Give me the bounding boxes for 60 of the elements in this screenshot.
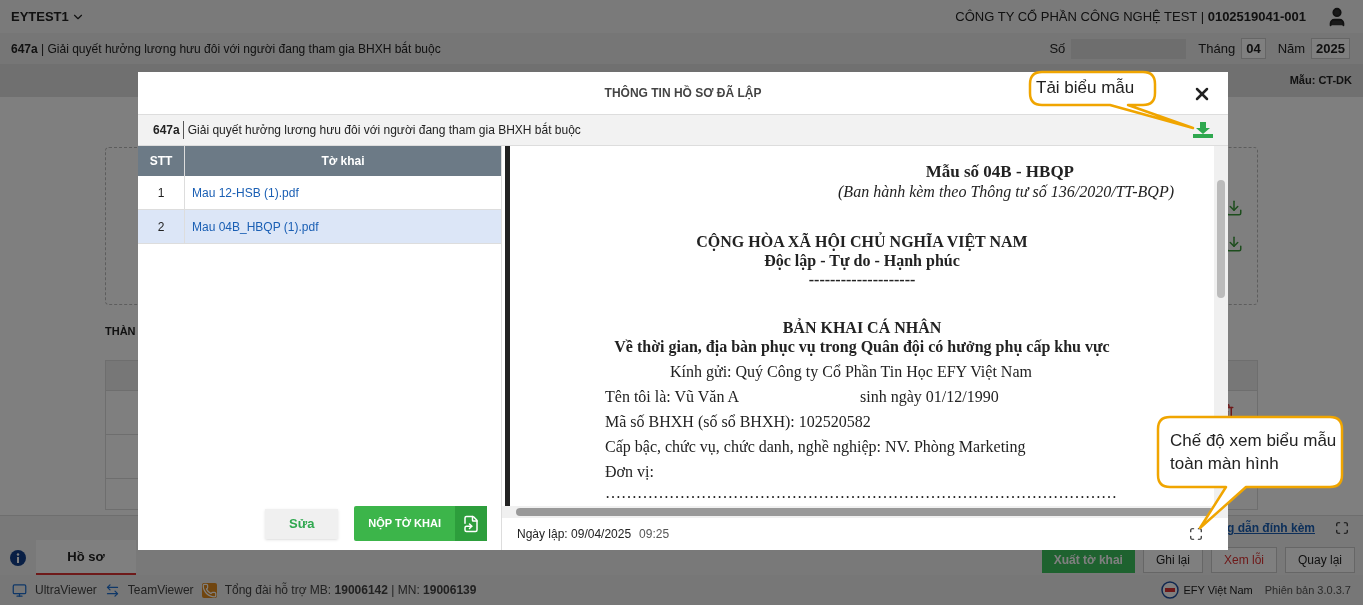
file-link[interactable]: Mau 12-HSB (1).pdf — [185, 176, 299, 209]
download-icon[interactable] — [1225, 235, 1243, 253]
edit-button[interactable]: Sửa — [265, 508, 339, 539]
year-field[interactable]: 2025 — [1311, 37, 1350, 60]
addressee-line: Kính gửi: Quý Công ty Cổ Phần Tin Học EFY Việt Nam — [670, 362, 1032, 381]
motto-line: Độc lập - Tự do - Hạnh phúc — [764, 251, 960, 270]
form-field: Mã số BHXH (số sổ BHXH): 102520582 — [605, 412, 871, 431]
attachment-link[interactable]: g dẫn đính kèm — [1227, 519, 1315, 537]
form-number: Mẫu số 04B - HBQP — [925, 162, 1074, 182]
fullscreen-icon[interactable] — [1189, 527, 1203, 541]
brand-name: EFY Việt Nam — [1183, 582, 1253, 598]
section-heading: THÀN — [105, 324, 135, 339]
nation-heading: CỘNG HÒA XÃ HỘI CHỦ NGHĨA VIỆT NAM — [696, 232, 1028, 251]
created-time: 09:25 — [639, 526, 670, 543]
motto-line: -------------------- — [808, 270, 916, 289]
file-link[interactable]: Mau 04B_HBQP (1).pdf — [185, 210, 319, 243]
action-button[interactable]: Quay lại — [1284, 547, 1355, 573]
dialog-procedure: Giải quyết hưởng lương hưu đôi với người đang tham gia BHXH bắt buộc — [186, 121, 581, 139]
version-text: Phiên bản 3.0.3.7 — [1264, 582, 1351, 598]
monitor-icon[interactable] — [12, 582, 27, 598]
tab[interactable]: Hồ sơ — [36, 540, 136, 575]
tool-label[interactable]: TeamViewer — [127, 581, 194, 599]
dialog-procedure-code: 647a — [153, 121, 184, 139]
callout-text: Tải biểu mẫu — [1036, 78, 1135, 98]
document-title: BẢN KHAI CÁ NHÂN — [782, 318, 942, 337]
issuance-note: (Ban hành kèm theo Thông tư số 136/2020/TT-BQP) — [838, 182, 1174, 202]
form-field: Đơn vị: — [605, 462, 654, 481]
month-field[interactable]: 04 — [1241, 37, 1266, 60]
submit-button[interactable]: NỘP TỜ KHAI — [354, 506, 487, 541]
workspace-dropdown[interactable]: EYTEST1 — [11, 6, 85, 27]
document-subtitle: Về thời gian, địa bàn phục vụ trong Quân đội có hưởng phụ cấp khu vực — [614, 337, 1110, 356]
company-info: CÔNG TY CỔ PHẦN CÔNG NGHỆ TEST | 0102519041-001 — [955, 7, 1306, 26]
row-number: 1 — [138, 176, 185, 209]
year-label: Năm — [1277, 39, 1306, 58]
brand-logo-icon — [1161, 581, 1180, 599]
action-button[interactable]: Xem lỗi — [1210, 547, 1277, 573]
callout-text: Chế độ xem biểu mẫu toàn màn hình — [1170, 430, 1338, 475]
arrows-icon[interactable] — [104, 582, 120, 598]
form-field: Tên tôi là: Vũ Văn A — [605, 387, 830, 406]
template-code: Mẫu: CT-DK — [1289, 73, 1352, 89]
phone-icon — [201, 582, 217, 598]
month-label: Tháng — [1198, 39, 1236, 58]
number-label: Số — [1049, 39, 1066, 58]
procedure-title: 647a | Giải quyết hưởng lương hưu đôi với người đang tham gia BHXH bắt buộc — [11, 40, 441, 58]
row-number: 2 — [138, 210, 185, 243]
horizontal-scrollbar[interactable] — [502, 506, 1228, 518]
form-field: Cấp bậc, chức vụ, chức danh, nghề nghiệp: NV. Phòng Marketing — [605, 437, 1026, 456]
hotline-text: Tổng đài hỗ trợ MB: 19006142 | MN: 19006139 — [224, 581, 477, 599]
created-date: Ngày lập: 09/04/2025 — [517, 526, 632, 543]
info-icon[interactable] — [10, 549, 26, 566]
dotted-line: …………………………………………………………………………………… — [605, 483, 1117, 502]
column-header: Tờ khai — [320, 153, 366, 170]
expand-icon[interactable] — [1335, 521, 1349, 535]
form-field: sinh ngày 01/12/1990 — [860, 387, 999, 406]
dialog-title: THÔNG TIN HỒ SƠ ĐÃ LẬP — [604, 84, 762, 102]
download-icon[interactable] — [1225, 199, 1243, 217]
file-row[interactable]: 1 Mau 12-HSB (1).pdf — [138, 176, 501, 210]
tool-label[interactable]: UltraViewer — [35, 581, 97, 599]
file-row[interactable]: 2 Mau 04B_HBQP (1).pdf — [138, 210, 501, 244]
file-send-icon — [462, 514, 480, 533]
